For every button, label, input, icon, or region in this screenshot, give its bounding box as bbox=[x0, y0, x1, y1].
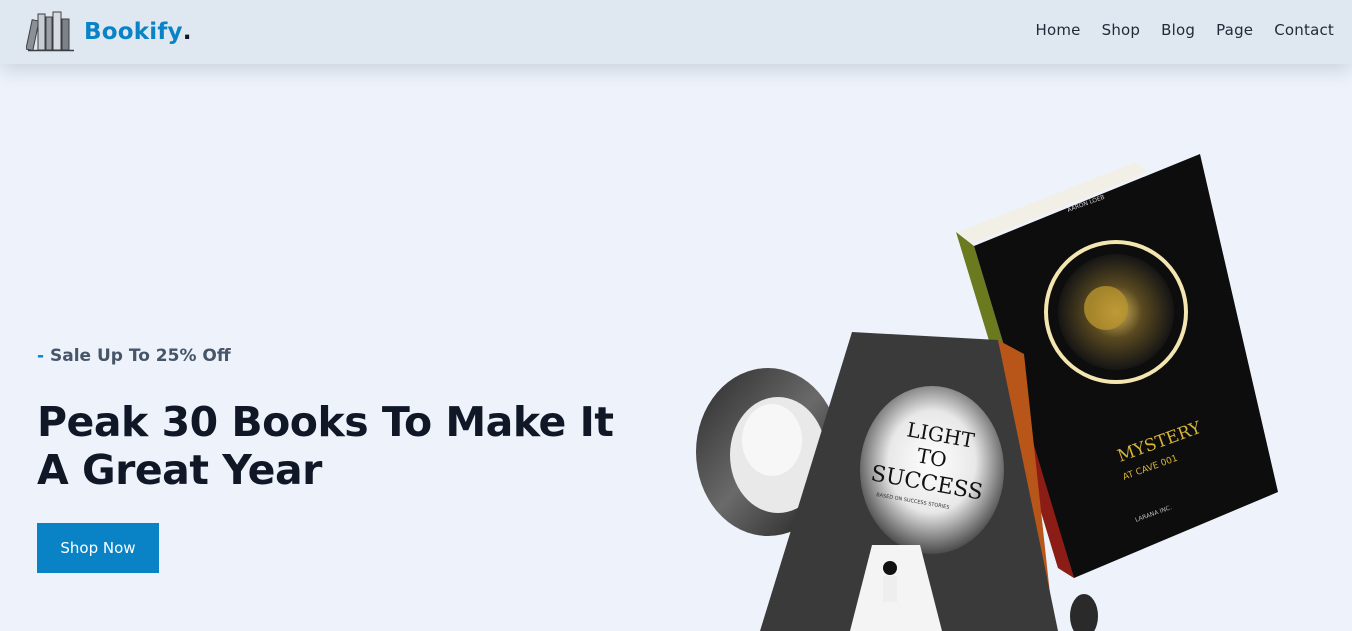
shop-now-button[interactable]: Shop Now bbox=[37, 523, 159, 573]
brand-dot: . bbox=[182, 19, 192, 45]
book-title-line2: TO bbox=[915, 443, 948, 472]
subtitle-text: Sale Up To 25% Off bbox=[49, 346, 231, 366]
nav-link-blog[interactable]: Blog bbox=[1161, 21, 1195, 39]
nav-link-contact[interactable]: Contact bbox=[1274, 21, 1334, 39]
hero-title: Peak 30 Books To Make It A Great Year bbox=[37, 398, 614, 494]
books-icon bbox=[26, 11, 74, 52]
logo[interactable]: Bookify. bbox=[26, 10, 191, 54]
hero-subtitle: - Sale Up To 25% Off bbox=[37, 346, 231, 366]
navbar: Bookify. Home Shop Blog Page Contact bbox=[0, 0, 1352, 64]
decor-pen bbox=[1070, 594, 1098, 631]
hero-books-image: AARON LOEB MYSTERY AT CAVE 001 LARANA IN… bbox=[696, 154, 1278, 631]
brand-name: Bookify bbox=[84, 19, 183, 45]
nav-link-page[interactable]: Page bbox=[1216, 21, 1253, 39]
main-nav: Home Shop Blog Page Contact bbox=[1036, 21, 1335, 39]
subtitle-dash: - bbox=[37, 346, 45, 366]
nav-link-shop[interactable]: Shop bbox=[1102, 21, 1141, 39]
nav-link-home[interactable]: Home bbox=[1036, 21, 1081, 39]
